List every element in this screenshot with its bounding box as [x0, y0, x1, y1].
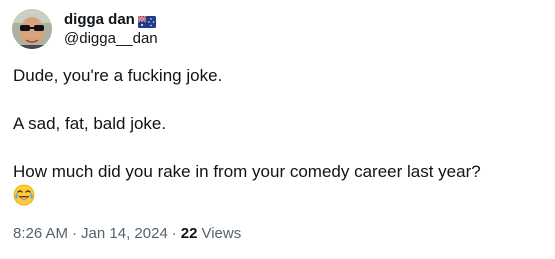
tweet-meta: 8:26 AM · Jan 14, 2024 · 22 Views [13, 224, 241, 244]
avatar-image [12, 9, 52, 49]
tweet-paragraph: Dude, you're a fucking joke. [13, 66, 223, 85]
meta-separator: · [171, 225, 177, 242]
tweet-paragraph: A sad, fat, bald joke. [13, 114, 167, 133]
avatar[interactable] [12, 9, 52, 49]
views-label: Views [201, 225, 242, 242]
tweet-date[interactable]: Jan 14, 2024 [81, 224, 168, 244]
display-name-row: digga dan [64, 10, 158, 29]
author-handle[interactable]: @digga__dan [64, 29, 158, 48]
display-name[interactable]: digga dan [64, 10, 135, 29]
australia-flag-icon [137, 14, 156, 28]
views-count: 22 [180, 225, 198, 242]
face-with-tears-of-joy-icon [13, 184, 35, 206]
tweet-text: Dude, you're a fucking joke. A sad, fat,… [13, 64, 543, 208]
tweet-paragraph-text: How much did you rake in from your comed… [13, 162, 481, 181]
tweet-paragraph: How much did you rake in from your comed… [13, 160, 543, 208]
tweet-header: digga dan @digga__dan [12, 9, 158, 49]
author-names: digga dan @digga__dan [64, 9, 158, 48]
tweet-time[interactable]: 8:26 AM [13, 224, 68, 244]
meta-separator: · [72, 225, 78, 242]
tweet-card: digga dan @digga__dan Dude, you're a fuc… [0, 0, 555, 259]
